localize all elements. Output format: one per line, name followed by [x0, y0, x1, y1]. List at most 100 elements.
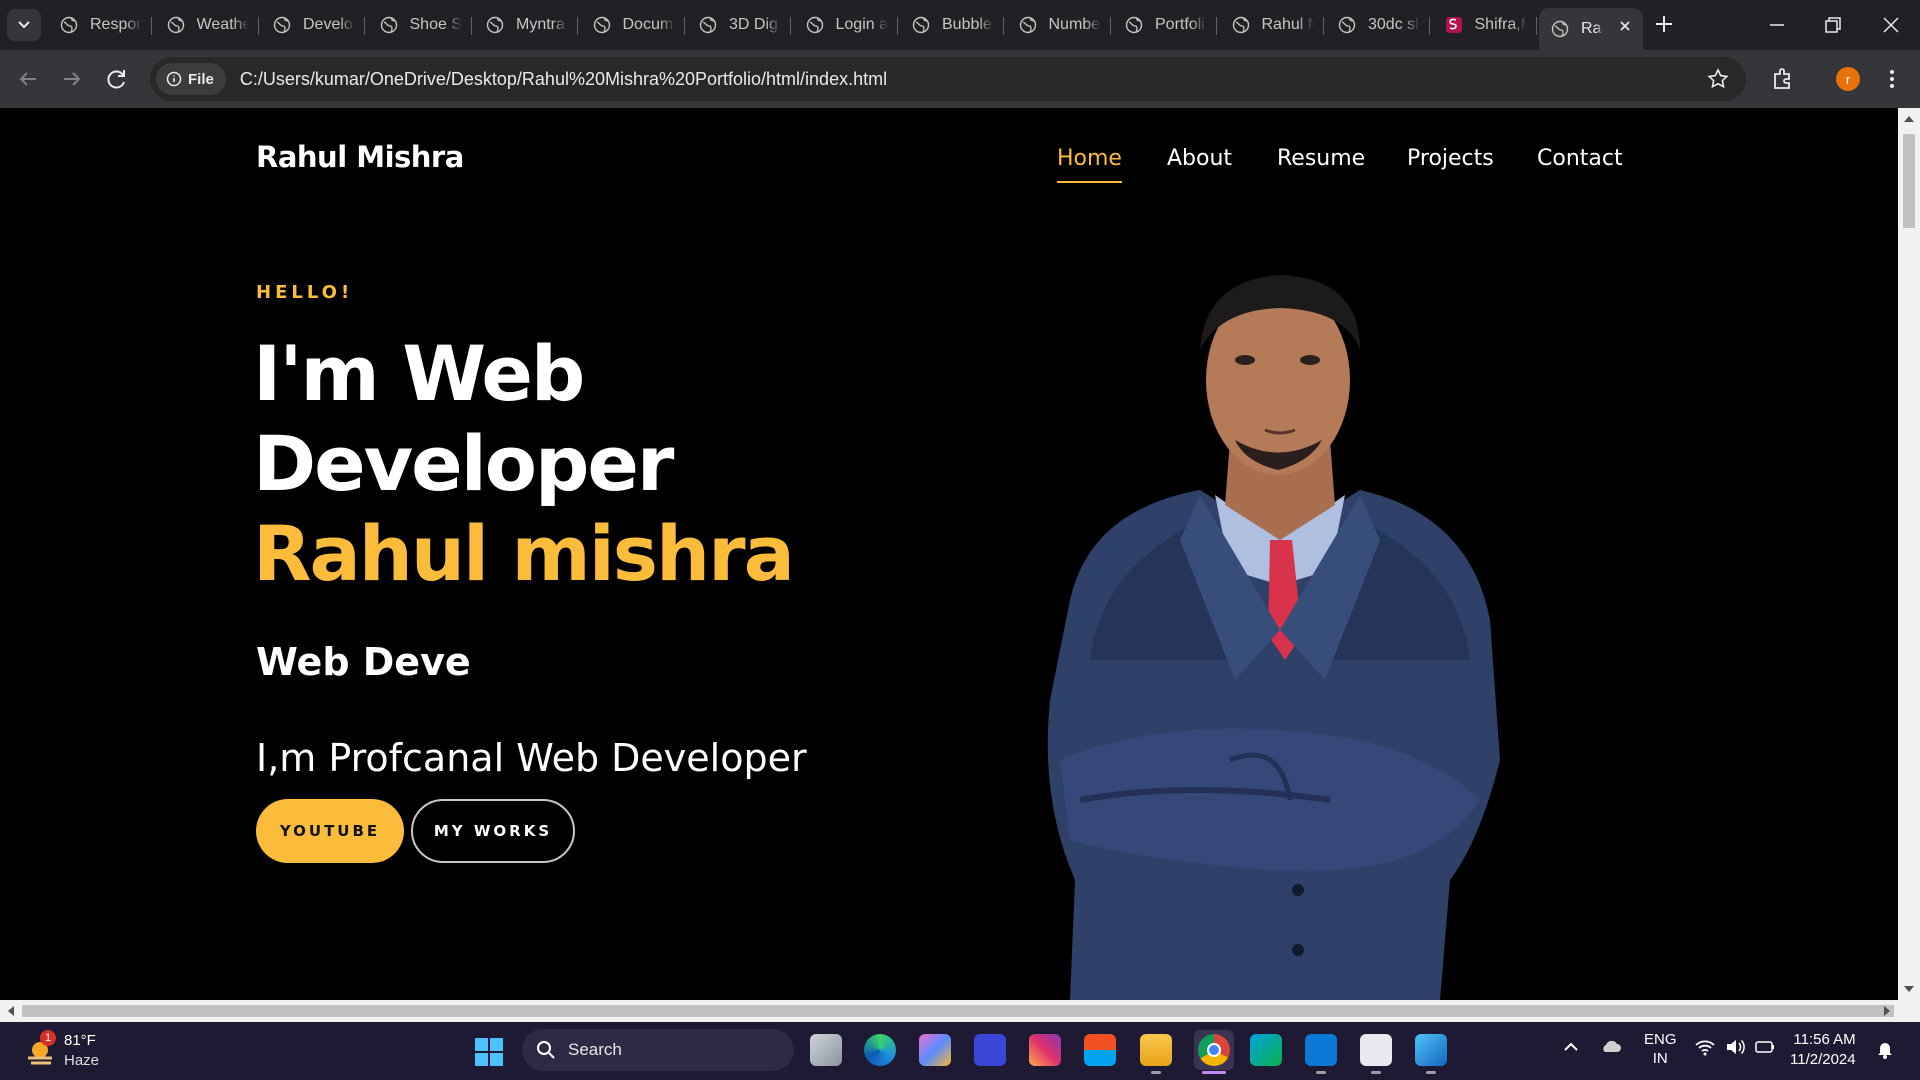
- close-window-icon[interactable]: [1878, 12, 1904, 38]
- notification-bell-icon[interactable]: [1874, 1038, 1896, 1060]
- wifi-icon[interactable]: [1694, 1036, 1716, 1058]
- close-tab-icon[interactable]: [1617, 18, 1633, 34]
- snipping-tool-icon[interactable]: [1360, 1034, 1392, 1066]
- tab-separator: [1003, 17, 1004, 35]
- globe-icon: [1551, 20, 1569, 38]
- windows-start-icon[interactable]: [474, 1037, 504, 1067]
- tab-separator: [1322, 17, 1324, 35]
- instagram-icon[interactable]: [1029, 1034, 1061, 1066]
- battery-icon[interactable]: [1754, 1036, 1776, 1058]
- browser-tab[interactable]: Ral: [1539, 8, 1643, 50]
- address-bar[interactable]: File C:/Users/kumar/OneDrive/Desktop/Rah…: [150, 57, 1746, 101]
- globe-icon: [1338, 16, 1356, 34]
- horizontal-scroll-thumb[interactable]: [22, 1005, 1894, 1017]
- browser-tab[interactable]: Portfoli: [1113, 8, 1217, 42]
- globe-icon: [1125, 16, 1143, 34]
- back-icon[interactable]: [14, 65, 42, 93]
- hero-name: Rahul mishra: [253, 509, 795, 598]
- browser-tab[interactable]: Docum: [581, 8, 685, 42]
- tab-title: Myntra: [516, 16, 565, 33]
- tab-title: Shoe Sl: [409, 16, 462, 33]
- input-language[interactable]: ENG IN: [1644, 1030, 1677, 1068]
- info-icon: [166, 71, 182, 87]
- browser-tab[interactable]: Shifra,M: [1433, 8, 1537, 42]
- site-info-chip[interactable]: File: [156, 63, 226, 95]
- scroll-right-arrow-icon[interactable]: [1884, 1006, 1892, 1016]
- browser-tab[interactable]: Respon: [48, 8, 152, 42]
- url-text[interactable]: C:/Users/kumar/OneDrive/Desktop/Rahul%20…: [240, 69, 887, 90]
- weather-temperature: 81°F: [64, 1032, 96, 1049]
- scroll-up-arrow-icon[interactable]: [1904, 114, 1914, 122]
- site-logo[interactable]: Rahul Mishra: [256, 140, 464, 174]
- tab-separator: [1535, 17, 1537, 35]
- copilot-icon[interactable]: [919, 1034, 951, 1066]
- nav-projects[interactable]: Projects: [1407, 146, 1494, 171]
- weather-widget[interactable]: 1 81°F Haze: [22, 1030, 132, 1072]
- onedrive-cloud-icon[interactable]: [1600, 1036, 1622, 1058]
- taskbar-search[interactable]: Search: [522, 1029, 794, 1071]
- tab-title: Develo: [303, 16, 353, 33]
- horizontal-scrollbar[interactable]: [0, 1000, 1920, 1022]
- meet-icon[interactable]: [1250, 1034, 1282, 1066]
- weather-badge: 1: [40, 1030, 56, 1046]
- tab-title: 3D Dig: [729, 16, 778, 33]
- extensions-icon[interactable]: [1768, 65, 1796, 93]
- running-indicator: [1426, 1071, 1436, 1074]
- task-view-icon[interactable]: [810, 1034, 842, 1066]
- chevron-up-icon[interactable]: [1560, 1036, 1582, 1058]
- browser-tab[interactable]: Rahul M: [1220, 8, 1324, 42]
- clock-time: 11:56 AM: [1793, 1031, 1856, 1048]
- running-indicator: [1151, 1071, 1161, 1074]
- minimize-icon[interactable]: [1764, 12, 1790, 38]
- nav-resume[interactable]: Resume: [1277, 146, 1365, 171]
- tab-title: Numbe: [1048, 16, 1101, 33]
- youtube-button[interactable]: YOUTUBE: [256, 799, 404, 863]
- scroll-down-arrow-icon[interactable]: [1904, 986, 1914, 994]
- browser-tab[interactable]: Weathe: [155, 8, 259, 42]
- restore-icon[interactable]: [1820, 12, 1846, 38]
- tab-separator: [151, 17, 152, 35]
- edge-browser-icon[interactable]: [864, 1034, 896, 1066]
- browser-tab[interactable]: Shoe Sl: [368, 8, 472, 42]
- more-menu-icon[interactable]: [1882, 66, 1902, 92]
- globe-icon: [1019, 16, 1036, 34]
- my-works-button[interactable]: MY WORKS: [411, 799, 575, 863]
- browser-tab[interactable]: Bubble: [900, 8, 1004, 42]
- app-launcher-icon[interactable]: [974, 1034, 1006, 1066]
- nav-home[interactable]: Home: [1057, 146, 1122, 183]
- running-indicator: [1371, 1071, 1381, 1074]
- scroll-left-arrow-icon[interactable]: [6, 1006, 14, 1016]
- reload-icon[interactable]: [103, 65, 131, 93]
- tab-search-button[interactable]: [7, 9, 41, 41]
- browser-tab[interactable]: 3D Dig: [687, 8, 791, 42]
- new-tab-button[interactable]: [1652, 12, 1676, 36]
- profile-photo: [1047, 275, 1500, 1000]
- photos-icon[interactable]: [1415, 1034, 1447, 1066]
- tab-separator: [577, 17, 578, 35]
- globe-icon: [273, 16, 291, 34]
- volume-icon[interactable]: [1724, 1036, 1746, 1058]
- globe-icon: [60, 16, 78, 34]
- search-icon: [537, 1041, 555, 1059]
- browser-tab[interactable]: Develo: [261, 8, 365, 42]
- system-clock[interactable]: 11:56 AM 11/2/2024: [1790, 1030, 1856, 1070]
- profile-avatar[interactable]: r: [1836, 67, 1860, 91]
- chevron-down-icon: [18, 21, 30, 29]
- browser-tab[interactable]: Login a: [794, 8, 898, 42]
- browser-tab[interactable]: Numbe: [1007, 8, 1111, 42]
- forward-icon[interactable]: [58, 65, 86, 93]
- vertical-scrollbar[interactable]: [1898, 108, 1920, 1000]
- file-explorer-icon[interactable]: [1140, 1034, 1172, 1066]
- browser-tab[interactable]: 30dc sl: [1326, 8, 1430, 42]
- bookmark-star-icon[interactable]: [1706, 67, 1730, 91]
- hero-headline-line1: I'm Web: [253, 329, 585, 418]
- language-region: IN: [1652, 1050, 1668, 1067]
- tab-separator: [1109, 17, 1111, 35]
- vscode-icon[interactable]: [1305, 1034, 1337, 1066]
- nav-contact[interactable]: Contact: [1537, 146, 1623, 171]
- chrome-icon[interactable]: [1194, 1030, 1234, 1070]
- nav-about[interactable]: About: [1167, 146, 1232, 171]
- browser-tab[interactable]: Myntra: [474, 8, 578, 42]
- microsoft-store-icon[interactable]: [1084, 1034, 1116, 1066]
- vertical-scroll-thumb[interactable]: [1903, 134, 1915, 228]
